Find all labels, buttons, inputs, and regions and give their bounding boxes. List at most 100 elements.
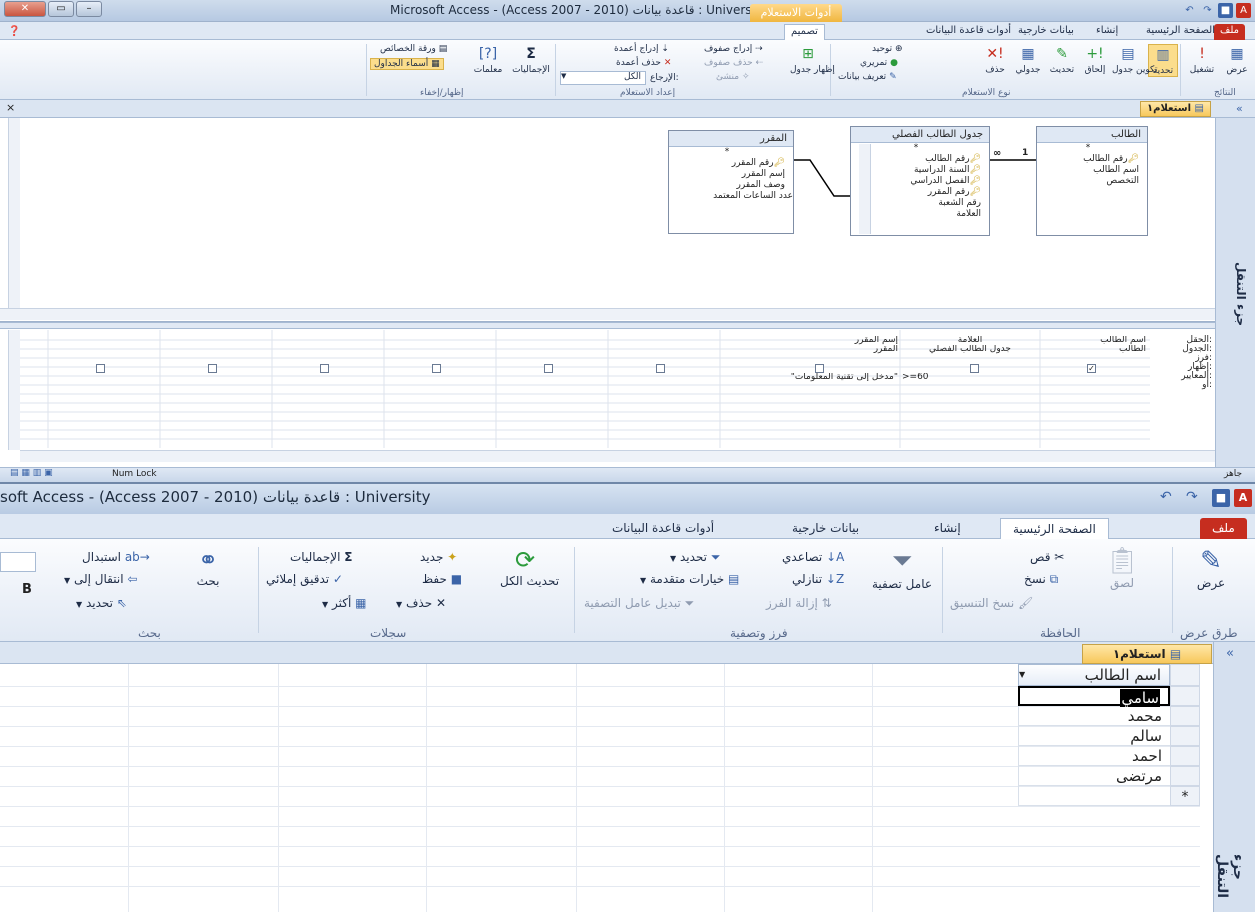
tab-create[interactable]: إنشاء [922,518,973,540]
paste-button[interactable]: 📋︎ لصق [1100,546,1144,590]
tab-external-data[interactable]: بيانات خارجية [1012,24,1080,40]
show-checkbox[interactable] [208,364,217,373]
grid-criteria-cell[interactable]: >=60 [902,373,1038,382]
tab-database-tools[interactable]: أدوات قاعدة البيانات [600,518,726,540]
copy-button[interactable]: نسخ ⧉ [1024,572,1058,587]
filter-button[interactable]: ⏷ عامل تصفية [872,546,932,591]
totals-button[interactable]: الإجماليات Σ [290,550,352,564]
close-button[interactable]: ✕ [4,1,46,17]
grid-field-cell[interactable]: العلامة [902,336,1038,345]
query1-tab[interactable]: استعلام١ ▤ [1140,101,1211,117]
select-all-corner[interactable] [1170,664,1200,686]
horizontal-scrollbar[interactable] [0,308,1215,320]
undo-icon[interactable]: ↶ [1182,3,1197,18]
remove-sort-button[interactable]: إزالة الفرز ⇅ [766,596,832,610]
column-header-student-name[interactable]: ▼ اسم الطالب [1018,664,1170,686]
delete-columns-button[interactable]: حذف أعمدة ✕ [616,58,671,68]
grid-table-cell[interactable]: جدول الطالب الفصلي [902,345,1038,354]
table-row[interactable]: سالم [1018,726,1170,746]
spelling-button[interactable]: تدقيق إملائي ✓ [266,572,343,586]
field-item[interactable]: وصف المقرر [669,180,793,191]
show-checkbox[interactable] [544,364,553,373]
field-item[interactable]: رقم الطالب🔑︎ [1037,154,1147,165]
help-icon[interactable]: ❓ [8,26,20,37]
refresh-all-button[interactable]: ⟳ تحديث الكل [500,546,559,588]
row-selector[interactable] [1170,686,1200,706]
minimize-button[interactable]: – [76,1,102,17]
save-icon[interactable]: ■ [1212,489,1230,507]
nav-collapse-icon[interactable]: « [1236,102,1243,115]
field-all[interactable]: * [669,147,793,158]
tab-file[interactable]: ملف [1200,518,1247,540]
show-checkbox[interactable] [970,364,979,373]
field-item[interactable]: رقم المقرر🔑︎ [669,158,793,169]
view-button[interactable]: ▦ عرض [1222,44,1252,75]
tab-home[interactable]: الصفحة الرئيسية [1140,24,1221,40]
table-box-course[interactable]: المقرر * رقم المقرر🔑︎ إسم المقرر وصف الم… [668,130,794,234]
advanced-filter-button[interactable]: ▼ خيارات متقدمة ▤ [640,572,739,586]
format-painter-button[interactable]: نسخ التنسيق 🖌︎ [950,596,1033,610]
save-icon[interactable]: ■ [1218,3,1233,18]
navigation-pane-label[interactable]: جزء التنقل [1214,854,1246,912]
table-row[interactable]: سامي [1018,686,1170,707]
delete-record-button[interactable]: ▼ حذف ✕ [396,596,446,610]
pass-through-button[interactable]: تمريري ● [860,58,898,68]
delete-query-button[interactable]: ✕! حذف [980,44,1010,75]
show-checkbox[interactable] [656,364,665,373]
row-selector[interactable] [1170,766,1200,786]
tab-database-tools[interactable]: أدوات قاعدة البيانات [920,24,1017,40]
row-selector[interactable] [1170,706,1200,726]
make-table-button[interactable]: ▤ تكوين جدول [1112,44,1158,75]
field-item[interactable]: التخصص [1037,176,1147,187]
undo-icon[interactable]: ↶ [1160,489,1172,505]
replace-button[interactable]: استبدال ab→ [82,550,150,564]
new-record-button[interactable]: جديد ✦ [420,550,457,564]
new-record-row[interactable] [1018,786,1170,806]
tab-create[interactable]: إنشاء [1090,24,1124,40]
show-table-button[interactable]: ⊞ إظهار جدول [790,44,835,75]
selection-button[interactable]: ▼ تحديد ⏷ [670,550,720,565]
parameters-button[interactable]: [?] معلمات [468,44,508,75]
show-checkbox[interactable] [96,364,105,373]
table-names-button[interactable]: أسماء الجداول ▦ [370,58,444,70]
table-row[interactable]: مرتضى [1018,766,1170,786]
grid-table-cell[interactable]: الطالب [1042,345,1146,354]
redo-icon[interactable]: ↷ [1186,489,1198,505]
run-button[interactable]: ! تشغيل [1186,44,1218,75]
close-document-icon[interactable]: × [6,101,15,114]
delete-rows-button[interactable]: حذف صفوف ⇠ [704,58,763,68]
cut-button[interactable]: قص ✂ [1030,550,1064,564]
crosstab-button[interactable]: ▦ جدولي [1012,44,1044,75]
sort-descending-button[interactable]: تنازلي ↓Z [792,572,844,586]
save-record-button[interactable]: حفظ ■ [422,572,462,586]
grid-field-cell[interactable]: إسم المقرر [722,336,898,345]
grid-table-cell[interactable]: المقرر [722,345,898,354]
bold-icon[interactable]: B [22,582,32,597]
update-button[interactable]: ✎ تحديث [1046,44,1078,75]
row-selector[interactable] [1170,726,1200,746]
union-button[interactable]: توحيد ⊕ [872,44,903,54]
toggle-filter-button[interactable]: تبديل عامل التصفية ⏷ [584,596,694,611]
tab-home[interactable]: الصفحة الرئيسية [1000,518,1109,540]
table-row[interactable]: محمد [1018,706,1170,726]
vertical-scrollbar[interactable] [8,118,20,310]
select-button[interactable]: ▼ تحديد ⇖ [76,596,127,610]
data-definition-button[interactable]: تعريف بيانات ✎ [838,72,897,82]
totals-button[interactable]: Σ الإجماليات [512,44,550,75]
show-checkbox[interactable] [320,364,329,373]
field-all[interactable]: * [1037,143,1147,154]
append-button[interactable]: +! إلحاق [1080,44,1110,75]
new-record-marker[interactable]: * [1170,786,1200,806]
field-item[interactable]: إسم المقرر [669,169,793,180]
insert-rows-button[interactable]: إدراج صفوف ⇢ [704,44,763,54]
text-format-box[interactable] [0,552,36,572]
row-selector[interactable] [1170,746,1200,766]
builder-button[interactable]: منشئ ✧ [716,72,750,82]
grid-criteria-cell[interactable]: "مدخل إلى تقنية المعلومات" [722,373,898,382]
navigation-pane-label[interactable]: جزء التنقل [1228,262,1248,326]
grid-field-cell[interactable]: اسم الطالب [1042,336,1146,345]
show-checkbox[interactable] [432,364,441,373]
find-button[interactable]: ⚭ بحث [186,546,230,588]
field-item[interactable]: العلامة [851,209,989,220]
grid-horizontal-scrollbar[interactable] [20,450,1215,462]
